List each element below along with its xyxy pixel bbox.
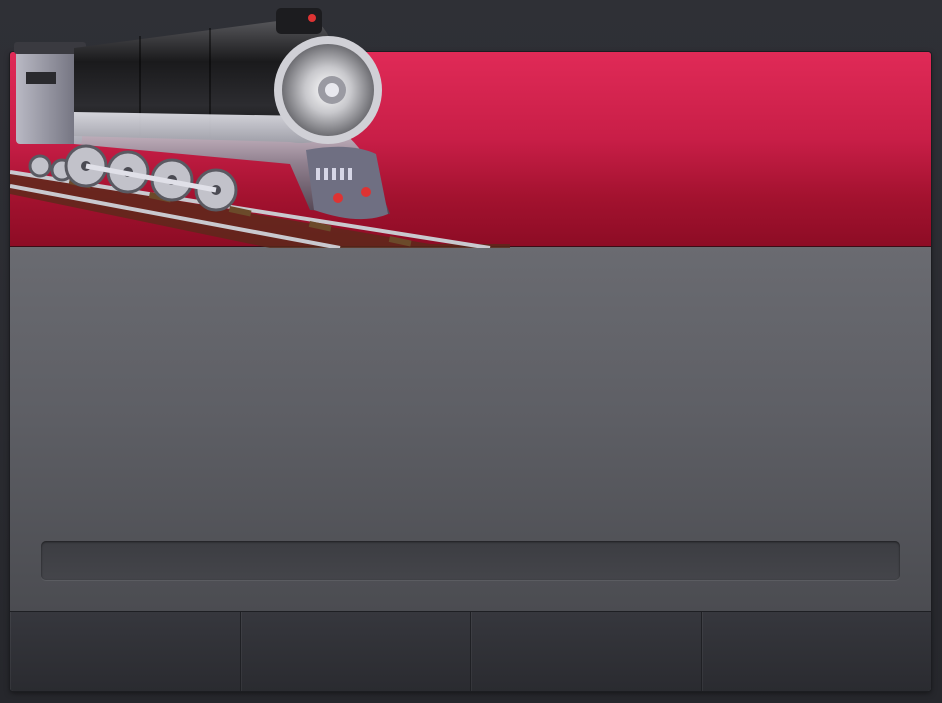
locomotive-icon: [10, 8, 510, 248]
toolbar-button-2[interactable]: [241, 612, 471, 691]
bottom-toolbar: [10, 611, 931, 691]
progress-bar: [41, 541, 900, 580]
toolbar-button-3[interactable]: [471, 612, 702, 691]
main-content: [10, 247, 931, 611]
toolbar-button-4[interactable]: [702, 612, 932, 691]
toolbar-button-1[interactable]: [10, 612, 241, 691]
